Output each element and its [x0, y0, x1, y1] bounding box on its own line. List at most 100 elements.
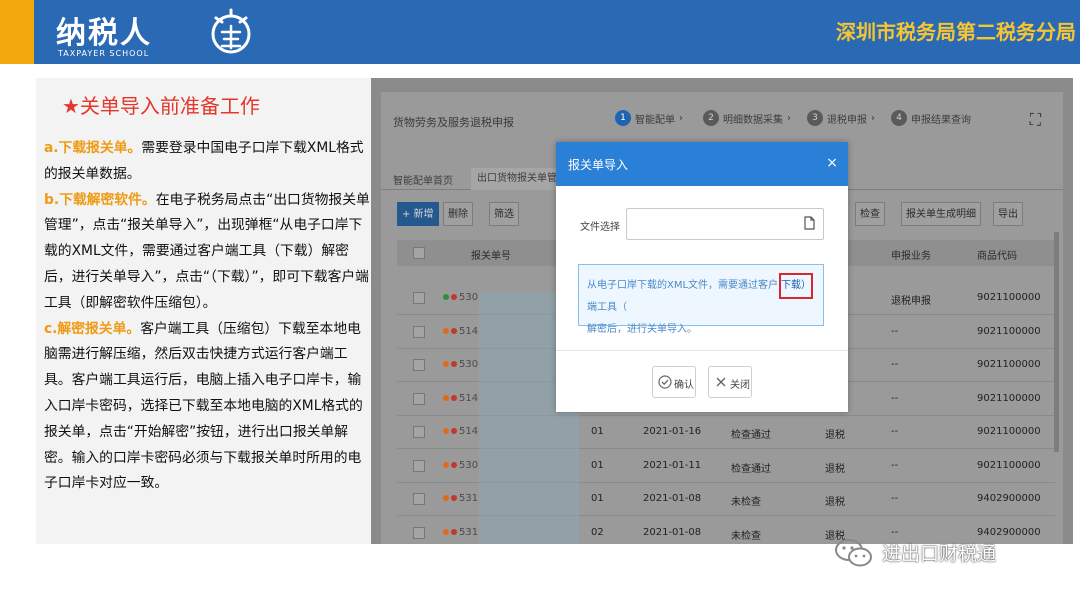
logo-subtitle: TAXPAYER SCHOOL [58, 49, 150, 58]
export-button[interactable]: 导出 [993, 202, 1023, 226]
confirm-label: 确认 [674, 380, 694, 391]
dialog-title: 报关单导入 [568, 158, 629, 172]
close-icon[interactable]: × [826, 155, 838, 171]
cell-flag: 退税 [825, 497, 845, 508]
cell-declaration-id: 514 [459, 325, 479, 337]
status-dots-icon [443, 327, 457, 334]
step-4[interactable]: 4 申报结果查询 [891, 110, 971, 130]
step-c-lead: c.解密报关单。 [44, 320, 141, 337]
status-dot [451, 394, 457, 401]
cell-seq: 01 [591, 426, 604, 437]
row-checkbox[interactable] [413, 493, 425, 505]
file-select-input[interactable] [626, 208, 824, 240]
cell-declaration-id: 531 [459, 493, 479, 504]
scrollbar[interactable] [1054, 232, 1059, 452]
status-dots-icon [443, 461, 457, 468]
status-dot [443, 294, 449, 300]
column-business: 申报业务 [891, 251, 931, 262]
cell-date: 2021-01-16 [643, 426, 702, 437]
status-dot [443, 361, 449, 367]
cell-declaration-id: 530 [459, 359, 479, 370]
row-checkbox[interactable] [413, 392, 425, 405]
cancel-button[interactable]: 关闭 [708, 366, 752, 398]
row-checkbox[interactable] [413, 359, 425, 371]
status-dot [451, 495, 457, 501]
school-emblem-icon [211, 8, 251, 54]
cell-date: 2021-01-08 [643, 526, 702, 538]
cell-declaration-id: 530 [459, 292, 479, 303]
arrow-right-icon: › [787, 112, 791, 124]
file-select-label: 文件选择 [580, 222, 620, 233]
status-dot [451, 428, 457, 434]
status-dot [451, 461, 457, 468]
cancel-label: 关闭 [730, 380, 750, 391]
cell-business: -- [891, 359, 899, 370]
status-dots-icon [443, 495, 457, 501]
step-number: 4 [891, 110, 907, 126]
organization-name: 深圳市税务局第二税务分局 [836, 20, 1076, 44]
step-number: 2 [703, 110, 719, 126]
check-button[interactable]: 检查 [855, 202, 885, 226]
download-link[interactable]: 下载） [779, 273, 813, 299]
delete-button[interactable]: 删除 [443, 202, 473, 226]
cell-code: 9021100000 [977, 325, 1041, 337]
cell-code: 9402900000 [977, 493, 1041, 504]
cell-business: -- [891, 493, 899, 504]
column-declaration-id: 报关单号 [471, 251, 511, 262]
cell-business: 退税申报 [891, 296, 931, 307]
select-all-checkbox[interactable] [413, 247, 425, 259]
cell-code: 9402900000 [977, 526, 1041, 538]
column-code: 商品代码 [977, 251, 1017, 262]
cell-declaration-id: 514 [459, 426, 479, 437]
import-notice: 从电子口岸下载的XML文件，需要通过客户端工具（ 解密后，进行关单导入。 下载） [578, 264, 824, 335]
status-dot [443, 528, 449, 535]
step-1[interactable]: 1 智能配单 › [615, 110, 687, 130]
cell-flag: 退税 [825, 463, 845, 475]
step-2[interactable]: 2 明细数据采集 › [703, 110, 795, 130]
step-label: 退税申报 [827, 114, 867, 126]
step-3[interactable]: 3 退税申报 › [807, 110, 879, 130]
header-accent [0, 0, 34, 64]
step-a-lead: a.下载报关单。 [44, 140, 142, 156]
step-label: 申报结果查询 [911, 114, 971, 126]
generate-detail-button[interactable]: 报关单生成明细 [901, 202, 981, 226]
tab-home[interactable]: 智能配单首页 [393, 172, 453, 187]
slide-title: ★关单导入前准备工作 [62, 94, 260, 118]
row-checkbox[interactable] [413, 325, 425, 338]
status-dot [443, 327, 449, 334]
cell-declaration-id: 531 [459, 526, 479, 538]
cell-seq: 01 [591, 459, 604, 471]
status-dot [451, 528, 457, 535]
confirm-button[interactable]: 确认 [652, 366, 696, 398]
close-x-icon [716, 377, 726, 387]
cell-seq: 02 [591, 526, 604, 538]
cell-declaration-id: 514 [459, 392, 479, 404]
row-checkbox[interactable] [413, 292, 425, 304]
notice-line-2: 解密后，进行关单导入。 [587, 324, 697, 335]
cell-code: 9021100000 [977, 359, 1041, 370]
watermark-text: 进出口财税通 [882, 543, 997, 565]
app-title: 货物劳务及服务退税申报 [393, 116, 514, 129]
row-checkbox[interactable] [413, 426, 425, 438]
row-checkbox[interactable] [413, 526, 425, 539]
check-circle-icon [658, 375, 672, 389]
arrow-right-icon: › [679, 112, 683, 124]
step-label: 智能配单 [635, 114, 675, 126]
row-checkbox[interactable] [413, 459, 425, 472]
logo-text: 纳税人 [56, 16, 152, 51]
import-dialog: 报关单导入 × 文件选择 从电子口岸下载的XML文件，需要通过客户端工具（ 解密… [556, 142, 848, 412]
wechat-icon [835, 539, 872, 567]
file-icon[interactable] [802, 216, 816, 230]
add-button[interactable]: + 新增 [397, 202, 439, 226]
cell-code: 9021100000 [977, 292, 1041, 303]
status-dots-icon [443, 361, 457, 367]
notice-text: 从电子口岸下载的XML文件，需要通过客户端工具（ 解密后，进行关单导入。 [587, 275, 787, 341]
cell-declaration-id: 530 [459, 459, 479, 471]
step-b-text: 在电子税务局点击“出口货物报关单管理”，点击“报关单导入”，出现弹框“从电子口岸… [44, 191, 370, 311]
cell-date: 2021-01-11 [643, 459, 702, 471]
cell-code: 9021100000 [977, 426, 1041, 437]
fullscreen-icon[interactable]: ⛶ [1030, 110, 1041, 130]
notice-line-1: 从电子口岸下载的XML文件，需要通过客户端工具（ [587, 280, 779, 313]
header-bar: 纳税人 TAXPAYER SCHOOL 深圳市税务局第二税务分局 [0, 0, 1080, 64]
filter-button[interactable]: 筛选 [489, 202, 519, 226]
